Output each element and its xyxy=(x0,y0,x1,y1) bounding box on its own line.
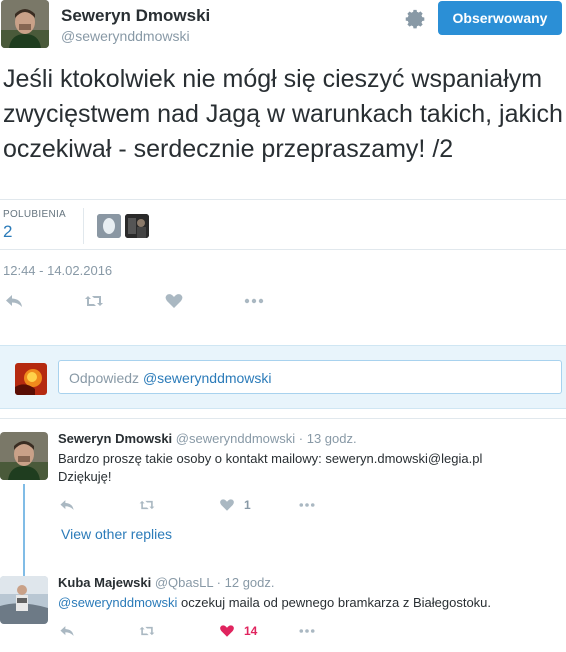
retweet-icon[interactable] xyxy=(138,622,156,640)
reply-icon[interactable] xyxy=(58,496,76,514)
reply-avatar[interactable] xyxy=(0,576,48,624)
tweet-header: Seweryn Dmowski @sewerynddmowski Obserwo… xyxy=(0,0,566,56)
reply-text: @sewerynddmowski oczekuj maila od pewneg… xyxy=(58,594,558,612)
like-count: 1 xyxy=(244,498,251,512)
tweet-stats: POLUBIENIA 2 xyxy=(0,199,566,250)
my-avatar xyxy=(15,363,47,395)
gear-icon[interactable] xyxy=(404,8,428,32)
liker-avatar[interactable] xyxy=(125,214,149,238)
reply-text: Bardzo proszę takie osoby o kontakt mail… xyxy=(58,450,558,486)
reply-text-line: Dziękuję! xyxy=(58,469,112,484)
divider xyxy=(0,418,566,419)
reply-composer: Odpowiedz @sewerynddmowski xyxy=(0,345,566,409)
reply-meta: @QbasLL · 12 godz. xyxy=(154,575,275,590)
more-icon[interactable] xyxy=(298,496,316,514)
reply-input[interactable]: Odpowiedz @sewerynddmowski xyxy=(58,360,562,394)
reply-header: Kuba Majewski @QbasLL · 12 godz. xyxy=(58,575,275,590)
retweet-icon[interactable] xyxy=(83,290,105,312)
tweet-text: Jeśli ktokolwiek nie mógł się cieszyć ws… xyxy=(3,65,563,163)
reply-avatar[interactable] xyxy=(0,432,48,480)
reply-meta: @sewerynddmowski · 13 godz. xyxy=(175,431,357,446)
thread-connector xyxy=(23,484,25,576)
reply-actions: 14 xyxy=(58,622,338,640)
author-handle[interactable]: @sewerynddmowski xyxy=(61,28,190,44)
heart-icon[interactable] xyxy=(218,622,236,640)
likes-count[interactable]: 2 xyxy=(3,222,12,242)
reply-icon[interactable] xyxy=(3,290,25,312)
like-count: 14 xyxy=(244,624,258,638)
liker-avatar[interactable] xyxy=(97,214,121,238)
stats-divider xyxy=(83,208,84,244)
reply-author-name[interactable]: Kuba Majewski xyxy=(58,575,151,590)
tweet-timestamp[interactable]: 12:44 - 14.02.2016 xyxy=(3,263,112,278)
likes-label: POLUBIENIA xyxy=(3,209,67,220)
reply-header: Seweryn Dmowski @sewerynddmowski · 13 go… xyxy=(58,431,357,446)
reply-text-line: Bardzo proszę takie osoby o kontakt mail… xyxy=(58,451,483,466)
heart-icon[interactable] xyxy=(163,290,185,312)
reply-mention-link[interactable]: @sewerynddmowski xyxy=(58,595,177,610)
reply-placeholder-mention: @sewerynddmowski xyxy=(142,370,272,386)
retweet-icon[interactable] xyxy=(138,496,156,514)
more-icon[interactable] xyxy=(243,290,265,312)
reply-text-body: oczekuj maila od pewnego bramkarza z Bia… xyxy=(177,595,492,610)
author-name[interactable]: Seweryn Dmowski xyxy=(61,6,210,26)
heart-icon[interactable] xyxy=(218,496,236,514)
more-icon[interactable] xyxy=(298,622,316,640)
reply-author-name[interactable]: Seweryn Dmowski xyxy=(58,431,172,446)
view-other-replies-link[interactable]: View other replies xyxy=(61,526,172,542)
reply-actions: 1 xyxy=(58,496,338,514)
follow-button[interactable]: Obserwowany xyxy=(438,1,562,35)
reply-placeholder: Odpowiedz xyxy=(69,370,140,386)
reply-icon[interactable] xyxy=(58,622,76,640)
author-avatar[interactable] xyxy=(1,0,49,48)
